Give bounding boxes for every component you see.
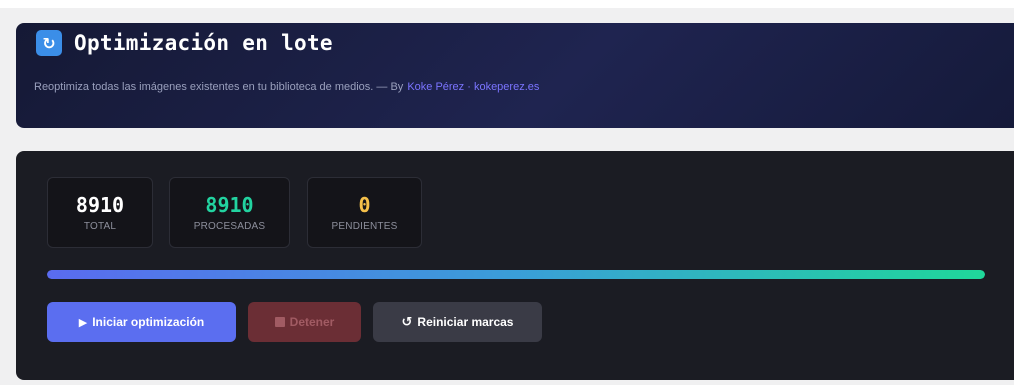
stat-processed: 8910 PROCESADAS (169, 177, 290, 248)
start-optimization-button[interactable]: ▶ Iniciar optimización (47, 302, 236, 342)
stat-total: 8910 TOTAL (47, 177, 153, 248)
header-title-row: ↻ Optimización en lote (36, 30, 333, 56)
refresh-icon: ↻ (36, 30, 62, 56)
page: ↻ Optimización en lote Reoptimiza todas … (0, 0, 1014, 385)
reset-marks-button[interactable]: ↺ Reiniciar marcas (373, 302, 542, 342)
reset-icon: ↺ (401, 314, 413, 330)
header-subtitle: Reoptimiza todas las imágenes existentes… (34, 81, 539, 93)
stat-pending: 0 PENDIENTES (307, 177, 422, 248)
stop-button-label: Detener (289, 315, 335, 329)
stop-icon (274, 317, 285, 327)
stat-pending-label: PENDIENTES (331, 220, 398, 232)
progress-fill (47, 270, 985, 279)
stop-button[interactable]: Detener (248, 302, 361, 342)
main-card (16, 151, 1014, 380)
stat-processed-label: PROCESADAS (193, 220, 266, 232)
stat-processed-value: 8910 (205, 192, 254, 217)
progress-bar (47, 270, 985, 279)
start-button-label: Iniciar optimización (92, 315, 205, 329)
stat-pending-value: 0 (358, 192, 371, 217)
reset-button-label: Reiniciar marcas (417, 315, 514, 329)
top-strip (0, 0, 1014, 8)
stat-total-label: TOTAL (83, 220, 117, 232)
subtitle-text: Reoptimiza todas las imágenes existentes… (34, 81, 404, 93)
stat-total-value: 8910 (75, 192, 125, 217)
author-link[interactable]: Koke Pérez · kokeperez.es (407, 81, 539, 93)
play-icon: ▶ (78, 315, 88, 329)
page-title: Optimización en lote (74, 31, 333, 55)
